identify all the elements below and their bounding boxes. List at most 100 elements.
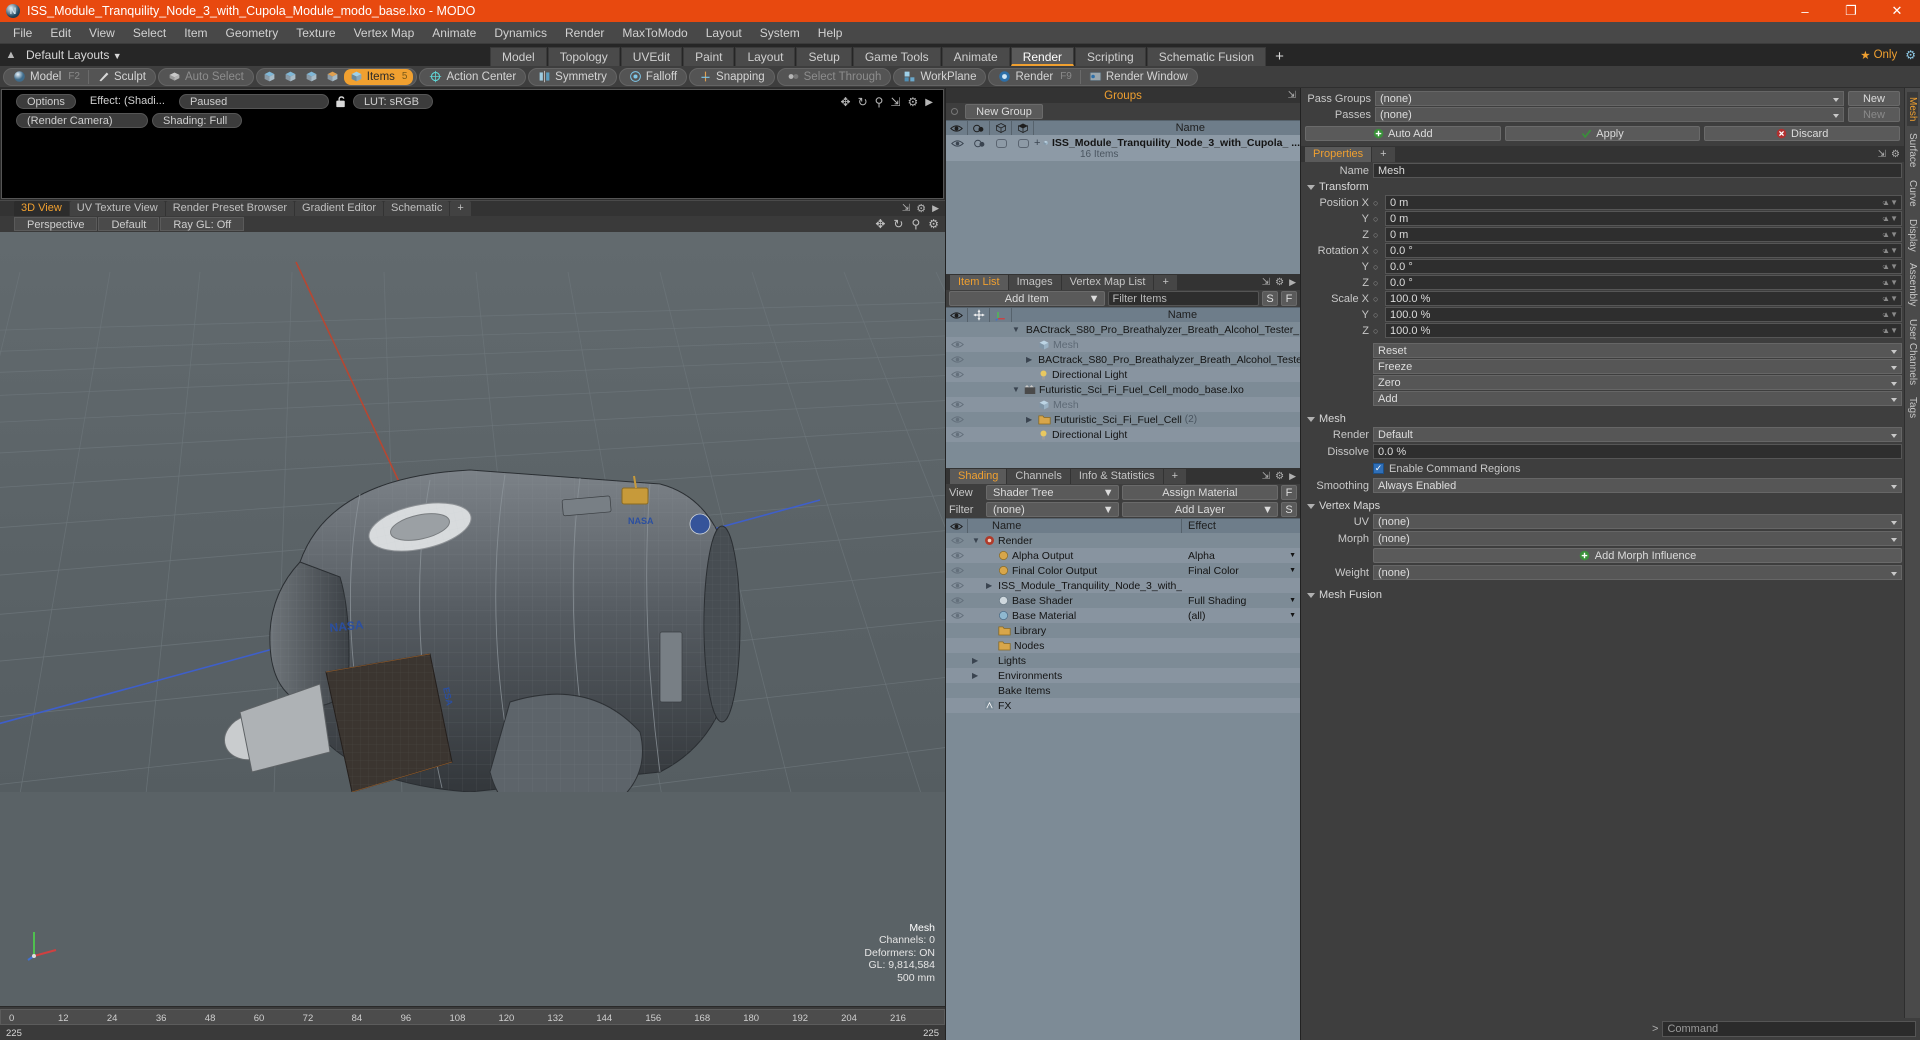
row-name-cell[interactable]: Nodes xyxy=(968,640,1182,652)
eye-icon[interactable] xyxy=(950,565,964,576)
zoom-icon[interactable]: ⚲ xyxy=(875,95,884,109)
row-eye-toggle[interactable] xyxy=(946,414,968,425)
row-name-cell[interactable]: Bake Items xyxy=(968,685,1182,697)
menu-item-geometry[interactable]: Geometry xyxy=(217,22,288,44)
gear-icon[interactable]: ⚙ xyxy=(1905,48,1916,62)
channel-dot-icon[interactable]: ○ xyxy=(1373,294,1381,304)
uv-combo[interactable]: (none) xyxy=(1373,514,1902,529)
row-name-cell[interactable]: Directional Light xyxy=(1012,369,1300,381)
shading-row[interactable]: Bake Items xyxy=(946,683,1300,698)
item-list-row[interactable]: Directional Light xyxy=(946,427,1300,442)
edges-mode-icon[interactable] xyxy=(281,69,300,85)
more-icon[interactable]: ▶ xyxy=(1289,277,1296,288)
rotate-icon[interactable]: ↻ xyxy=(858,95,868,109)
row-name-cell[interactable]: ▶ BACtrack_S80_Pro_Breathalyzer_Breath_Al… xyxy=(1012,354,1300,366)
eye-icon[interactable] xyxy=(950,369,964,380)
viewport-perspective-button[interactable]: Perspective xyxy=(14,217,98,231)
row-eye-toggle[interactable] xyxy=(946,399,968,410)
materials-mode-icon[interactable] xyxy=(323,69,342,85)
command-input[interactable]: Command xyxy=(1662,1021,1916,1037)
menu-item-vertex-map[interactable]: Vertex Map xyxy=(345,22,424,44)
sculpt-mode-button[interactable]: Sculpt xyxy=(91,69,152,85)
item-list-row[interactable]: Directional Light xyxy=(946,367,1300,382)
row-eye-toggle[interactable] xyxy=(946,339,968,350)
row-name-cell[interactable]: Directional Light xyxy=(1012,429,1300,441)
tree-toggle-icon[interactable]: ▼ xyxy=(972,536,981,545)
row-eye-toggle[interactable] xyxy=(946,429,968,440)
viewport-tab-uv-texture-view[interactable]: UV Texture View xyxy=(69,201,165,216)
tree-toggle-icon[interactable]: ▼ xyxy=(1012,325,1020,334)
home-layout-icon[interactable]: ▲ xyxy=(0,49,22,61)
mesh-render-combo[interactable]: Default xyxy=(1373,427,1902,442)
tree-toggle-icon[interactable]: ▶ xyxy=(1026,415,1035,424)
symmetry-button[interactable]: Symmetry xyxy=(532,69,613,85)
spinner-icon[interactable]: ▲▼ xyxy=(1882,276,1898,290)
viewport-tab-schematic[interactable]: Schematic xyxy=(384,201,450,216)
spinner-icon[interactable]: ▲▼ xyxy=(1882,324,1898,338)
shading-list-body[interactable]: ▼ Render Alpha Output Alpha ▼ Final Color Out… xyxy=(946,533,1300,1040)
layout-tab-scripting[interactable]: Scripting xyxy=(1075,47,1146,66)
shading-row[interactable]: FX xyxy=(946,698,1300,713)
gear-icon[interactable]: ⚙ xyxy=(1275,277,1284,288)
item-list-row[interactable]: ▶ BACtrack_S80_Pro_Breathalyzer_Breath_Al… xyxy=(946,352,1300,367)
eye-icon[interactable] xyxy=(950,339,964,350)
row-render-toggle[interactable] xyxy=(968,135,990,149)
properties-side-tab-tags[interactable]: Tags xyxy=(1907,392,1918,423)
properties-side-tab-user-channels[interactable]: User Channels xyxy=(1907,314,1918,390)
eye-icon[interactable] xyxy=(950,550,964,561)
passes-new-button[interactable]: New xyxy=(1848,107,1900,122)
gear-icon[interactable]: ⚙ xyxy=(916,202,926,215)
layout-selector[interactable]: Default Layouts ▼ xyxy=(22,48,122,62)
preview-shading-button[interactable]: Shading: Full xyxy=(152,113,242,128)
viewport-raygl-button[interactable]: Ray GL: Off xyxy=(160,217,245,231)
row-eye-toggle[interactable] xyxy=(946,550,968,561)
smoothing-combo[interactable]: Always Enabled xyxy=(1373,478,1902,493)
spinner-icon[interactable]: ▲▼ xyxy=(1882,244,1898,258)
layout-tab-topology[interactable]: Topology xyxy=(547,47,620,66)
model-mode-button[interactable]: Model F2 xyxy=(7,69,86,85)
layout-tab-schematic-fusion[interactable]: Schematic Fusion xyxy=(1146,47,1267,66)
row-name-cell[interactable]: FX xyxy=(968,700,1182,712)
shading-row[interactable]: ▼ Render xyxy=(946,533,1300,548)
maximize-icon[interactable]: ⇲ xyxy=(1878,149,1886,160)
discard-button[interactable]: Discard xyxy=(1704,126,1901,141)
spinner-icon[interactable]: ▲▼ xyxy=(1882,212,1898,226)
preview-effect-label[interactable]: Effect: (Shadi... xyxy=(80,94,175,109)
menu-item-animate[interactable]: Animate xyxy=(423,22,485,44)
maximize-icon[interactable]: ⇲ xyxy=(1262,277,1270,288)
row-name-cell[interactable]: Mesh xyxy=(1012,399,1300,411)
channel-dot-icon[interactable]: ○ xyxy=(1373,230,1381,240)
row-name-cell[interactable]: Final Color Output xyxy=(968,565,1182,577)
add-item-button[interactable]: Add Item ▼ xyxy=(949,291,1105,306)
row-name-cell[interactable]: Library xyxy=(968,625,1182,637)
tree-toggle-icon[interactable]: ▼ xyxy=(1012,385,1021,394)
assign-f-button[interactable]: F xyxy=(1281,485,1297,500)
vertices-mode-icon[interactable] xyxy=(260,69,279,85)
row-eye-toggle[interactable] xyxy=(946,580,968,591)
row-name-cell[interactable]: ▼ BACtrack_S80_Pro_Breathalyzer_Breath_Al… xyxy=(1012,324,1300,336)
tree-toggle-icon[interactable]: ▶ xyxy=(1026,355,1032,364)
transform-row-input[interactable]: 0 m ○ ▲▼ xyxy=(1385,227,1902,242)
mesh-section-header[interactable]: Mesh xyxy=(1301,411,1904,426)
viewport-tab-3d-view[interactable]: 3D View xyxy=(14,201,69,216)
3d-viewport[interactable]: NASA NASA ESA Mesh Channels: 0 Deformers… xyxy=(0,232,945,1006)
gear-icon[interactable]: ⚙ xyxy=(1891,149,1900,160)
row-eye-toggle[interactable] xyxy=(946,354,968,365)
viewport-tab--[interactable]: + xyxy=(450,201,471,216)
maximize-button[interactable]: ❐ xyxy=(1828,0,1874,22)
add-layer-s-button[interactable]: S xyxy=(1281,502,1297,517)
new-group-button[interactable]: New Group xyxy=(965,104,1043,119)
layout-tab-setup[interactable]: Setup xyxy=(796,47,852,66)
menu-item-render[interactable]: Render xyxy=(556,22,613,44)
spinner-icon[interactable]: ▲▼ xyxy=(1882,292,1898,306)
channel-dot-icon[interactable]: ○ xyxy=(1373,246,1381,256)
item-list-row[interactable]: ▼ Futuristic_Sci_Fi_Fuel_Cell_modo_base.l… xyxy=(946,382,1300,397)
properties-side-tab-mesh[interactable]: Mesh xyxy=(1907,92,1918,127)
viewport-gl-canvas[interactable]: NASA NASA ESA xyxy=(0,232,945,792)
preview-render-canvas[interactable]: Options Effect: (Shadi... Paused LUT: sR… xyxy=(1,89,944,199)
minimize-button[interactable]: – xyxy=(1782,0,1828,22)
auto-select-button[interactable]: Auto Select xyxy=(162,69,250,85)
layout-tab-paint[interactable]: Paint xyxy=(683,47,735,66)
viewport-tab-render-preset-browser[interactable]: Render Preset Browser xyxy=(165,201,295,216)
gear-icon[interactable]: ⚙ xyxy=(928,217,939,231)
